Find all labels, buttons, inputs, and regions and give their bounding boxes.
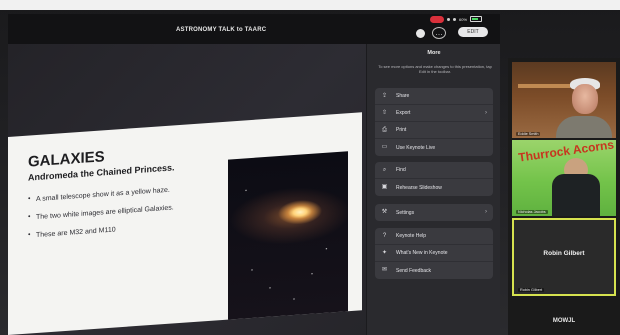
participant-body — [552, 174, 600, 216]
menu-item-label: Rehearse Slideshow — [396, 184, 442, 191]
menu-item-label: Settings — [396, 209, 415, 216]
participant-face — [572, 84, 598, 114]
battery-icon — [470, 16, 483, 22]
menu-group-find: ⌕ Find ▣ Rehearse Slideshow — [375, 162, 493, 196]
menu-item-whats-new[interactable]: ✦ What's New in Keynote — [375, 245, 493, 262]
participant-tile[interactable]: Eddie Smith — [512, 62, 616, 138]
battery-percentage: 60% — [459, 16, 468, 22]
top-bezel — [0, 0, 620, 10]
more-button[interactable]: … — [432, 27, 446, 39]
print-icon: ⎙ — [382, 126, 387, 133]
participant-name: Robin Gilbert — [518, 288, 545, 292]
edit-button[interactable]: EDIT — [458, 27, 488, 37]
menu-item-find[interactable]: ⌕ Find — [375, 162, 493, 179]
menu-item-export[interactable]: ⇧ Export › — [375, 105, 493, 122]
presentation-title: ASTRONOMY TALK to TAARC — [176, 27, 267, 33]
menu-item-send-feedback[interactable]: ✉ Send Feedback — [375, 262, 493, 279]
slide-bullet: A small telescope show it as a yellow ha… — [28, 186, 175, 203]
search-icon: ⌕ — [382, 166, 387, 173]
menu-item-label: Share — [396, 93, 410, 99]
menu-item-label: Export — [396, 110, 411, 116]
menu-item-label: Send Feedback — [396, 267, 432, 274]
wifi-icon — [453, 17, 456, 21]
bookshelf — [518, 84, 570, 88]
menu-item-label: Find — [396, 167, 406, 173]
menu-item-label: What's New in Keynote — [396, 250, 448, 256]
menu-group-share: ⇪ Share ⇧ Export › ⎙ Print ▭ Use Keynote… — [375, 88, 493, 156]
menu-item-keynote-live[interactable]: ▭ Use Keynote Live — [375, 139, 493, 156]
participant-display-name: MOWJL — [552, 318, 576, 324]
chevron-right-icon: › — [485, 209, 487, 215]
share-icon: ⇪ — [381, 92, 388, 99]
participant-tile[interactable]: Thurrock Acorns Nicholas Jacobs — [512, 140, 616, 216]
feedback-icon: ✉ — [381, 267, 388, 273]
more-popover: More To see more options and make change… — [366, 44, 500, 335]
menu-item-keynote-help[interactable]: ? Keynote Help — [375, 228, 493, 245]
chevron-right-icon: › — [485, 110, 487, 116]
menu-item-rehearse[interactable]: ▣ Rehearse Slideshow — [375, 179, 493, 196]
recording-indicator — [430, 15, 444, 23]
slide-content: GALAXIES Andromeda the Chained Princess.… — [28, 143, 175, 250]
slide-bullet: These are M32 and M110 — [28, 222, 175, 239]
slide-bullet: The two white images are elliptical Gala… — [28, 204, 175, 221]
keynote-live-icon: ▭ — [381, 144, 388, 150]
andromeda-galaxy-image — [228, 151, 348, 320]
participant-display-name: Robin Gilbert — [543, 250, 585, 257]
participant-name: Nicholas Jacobs — [516, 210, 548, 214]
menu-item-settings[interactable]: ⚒ Settings › — [375, 204, 493, 221]
rehearse-icon: ▣ — [381, 184, 388, 190]
wrench-icon: ⚒ — [381, 209, 388, 215]
device-screen: ASTRONOMY TALK to TAARC 60% … EDIT GALAX… — [0, 0, 620, 335]
menu-item-label: Use Keynote Live — [396, 144, 436, 151]
play-icon[interactable] — [416, 29, 425, 38]
export-icon: ⇧ — [381, 109, 388, 116]
participant-shirt — [556, 116, 612, 138]
menu-item-label: Keynote Help — [396, 233, 427, 239]
signal-icon — [447, 17, 450, 21]
help-icon: ? — [382, 232, 387, 239]
participant-tile-active-speaker[interactable]: Robin Gilbert Robin Gilbert — [512, 218, 616, 296]
participant-strip: Eddie Smith Thurrock Acorns Nicholas Jac… — [508, 58, 620, 335]
menu-item-label: Print — [396, 127, 407, 133]
menu-group-help: ? Keynote Help ✦ What's New in Keynote ✉… — [375, 228, 493, 279]
ellipsis-circle-icon: … — [435, 28, 443, 37]
status-bar: 60% — [430, 14, 483, 24]
lightbulb-icon: ✦ — [381, 249, 388, 256]
slide-canvas[interactable]: GALAXIES Andromeda the Chained Princess.… — [8, 112, 362, 335]
participant-name: Eddie Smith — [516, 132, 541, 136]
popover-title: More — [427, 50, 441, 56]
slide-bullet-list: A small telescope show it as a yellow ha… — [28, 186, 175, 239]
menu-item-print[interactable]: ⎙ Print — [375, 122, 493, 139]
menu-item-share[interactable]: ⇪ Share — [375, 88, 493, 105]
menu-group-settings: ⚒ Settings › — [375, 204, 493, 221]
popover-description: To see more options and make changes to … — [378, 64, 492, 74]
participant-banner-text: Thurrock Acorns — [517, 140, 615, 165]
